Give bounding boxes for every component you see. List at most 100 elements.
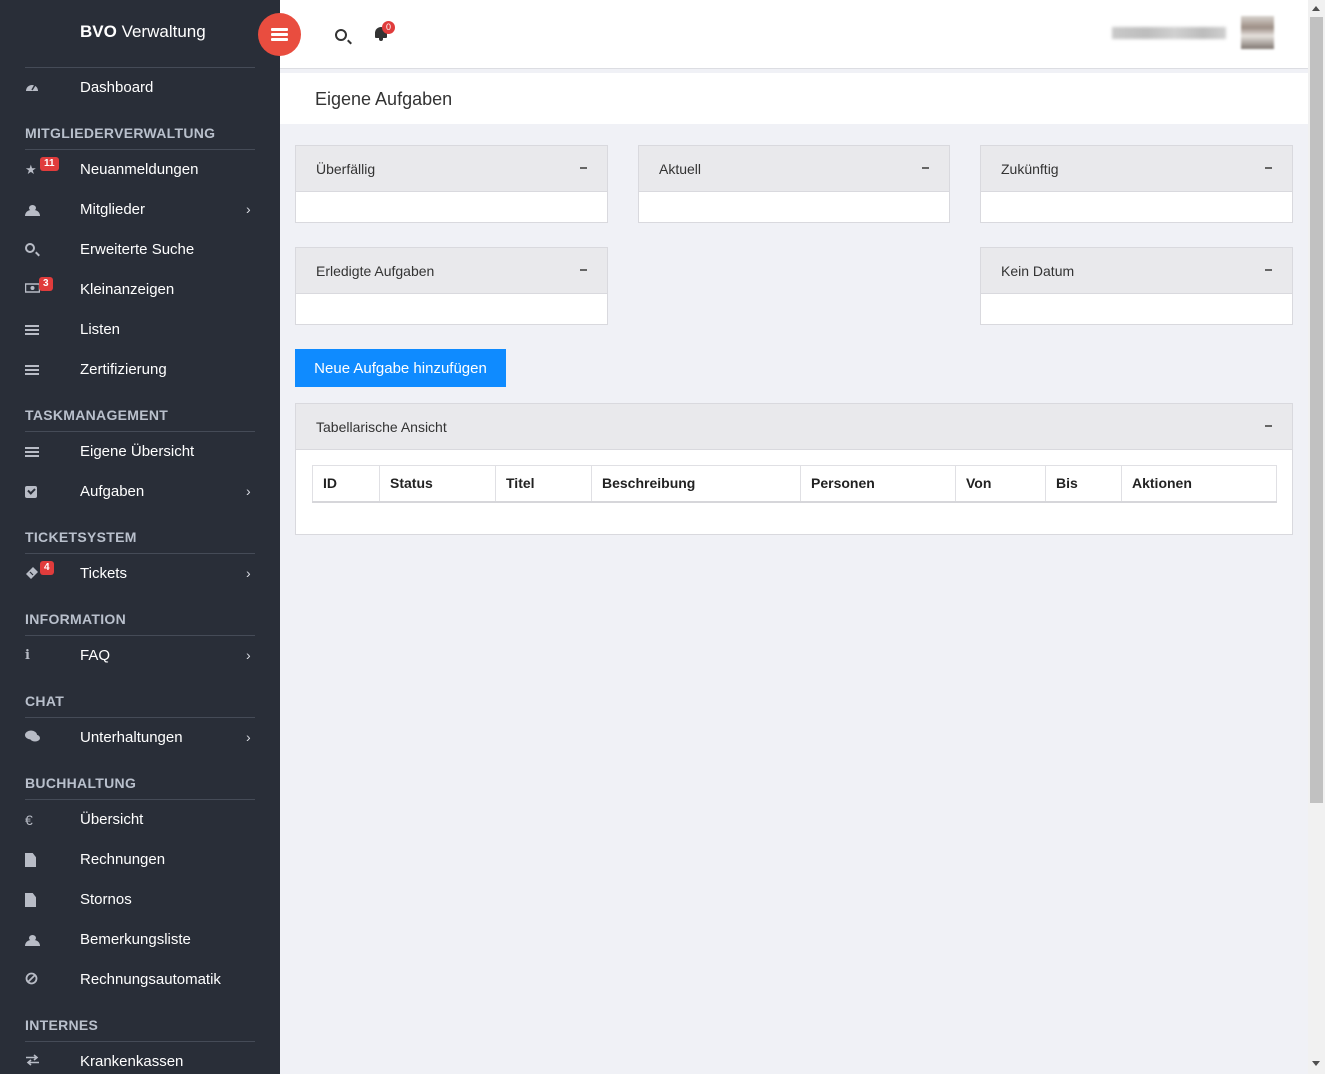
panel-zukuenftig: Zukünftig	[980, 145, 1293, 223]
section-title: INTERNES	[25, 1017, 99, 1033]
panel-title: Tabellarische Ansicht	[316, 419, 447, 435]
panel-header: Zukünftig	[981, 146, 1292, 192]
panel-header: Überfällig	[296, 146, 607, 192]
sidebar-item-aufgaben[interactable]: Aufgaben ›	[0, 472, 280, 512]
sidebar-item-rechnungen[interactable]: Rechnungen	[0, 840, 280, 880]
list-icon	[25, 362, 41, 378]
sidebar-item-eigene-uebersicht[interactable]: Eigene Übersicht	[0, 432, 280, 472]
checkbox-icon	[25, 484, 41, 500]
panel-ueberfaellig: Überfällig	[295, 145, 608, 223]
sidebar-item-stornos[interactable]: Stornos	[0, 880, 280, 920]
sidebar-item-label: Listen	[80, 321, 121, 338]
panel-header: Kein Datum	[981, 248, 1292, 294]
minimize-icon[interactable]	[1265, 167, 1272, 169]
scrollbar-thumb[interactable]	[1310, 17, 1323, 803]
panel-title: Überfällig	[316, 161, 376, 177]
minimize-icon[interactable]	[922, 167, 929, 169]
column-header-id[interactable]: ID	[312, 465, 380, 503]
sidebar-item-faq[interactable]: i FAQ ›	[0, 636, 280, 676]
section-title: BUCHHALTUNG	[25, 775, 137, 791]
brand-logo[interactable]: BVO Verwaltung	[80, 22, 206, 42]
sidebar-item-label: Rechnungen	[80, 851, 166, 868]
dashboard-gauge-icon	[25, 80, 41, 96]
section-internes: INTERNES	[0, 1000, 280, 1041]
column-header-personen[interactable]: Personen	[800, 465, 956, 503]
column-header-status[interactable]: Status	[379, 465, 496, 503]
user-name-blurred[interactable]	[1112, 27, 1226, 39]
sidebar-item-bemerkungsliste[interactable]: Bemerkungsliste	[0, 920, 280, 960]
minimize-icon[interactable]	[1265, 425, 1272, 427]
scroll-up-arrow-icon[interactable]	[1312, 6, 1320, 11]
sidebar-item-kleinanzeigen[interactable]: 3 Kleinanzeigen	[0, 270, 280, 310]
column-header-titel[interactable]: Titel	[495, 465, 592, 503]
ticket-icon	[25, 566, 41, 582]
count-badge: 4	[40, 561, 54, 575]
sidebar-item-dashboard[interactable]: Dashboard	[0, 68, 280, 108]
add-task-button[interactable]: Neue Aufgabe hinzufügen	[295, 349, 506, 387]
panel-title: Aktuell	[659, 161, 702, 177]
sidebar-item-label: Unterhaltungen	[80, 729, 183, 746]
minimize-icon[interactable]	[1265, 269, 1272, 271]
star-icon: ★	[25, 162, 37, 177]
section-taskmanagement: TASKMANAGEMENT	[0, 390, 280, 431]
sidebar-item-unterhaltungen[interactable]: Unterhaltungen ›	[0, 718, 280, 758]
panel-header: Aktuell	[639, 146, 949, 192]
page-title: Eigene Aufgaben	[315, 89, 453, 109]
sidebar-item-label: Dashboard	[80, 79, 154, 96]
search-icon	[25, 242, 41, 258]
sidebar-item-label: Neuanmeldungen	[80, 161, 199, 178]
chevron-right-icon: ›	[246, 647, 251, 663]
section-title: MITGLIEDERVERWALTUNG	[25, 125, 216, 141]
section-chat: CHAT	[0, 676, 280, 717]
sidebar-item-tickets[interactable]: 4 Tickets ›	[0, 554, 280, 594]
section-information: INFORMATION	[0, 594, 280, 635]
minimize-icon[interactable]	[580, 167, 587, 169]
column-header-von[interactable]: Von	[955, 465, 1046, 503]
panel-kein-datum: Kein Datum	[980, 247, 1293, 325]
avatar[interactable]	[1241, 16, 1274, 49]
comments-icon	[25, 730, 41, 746]
panel-header: Tabellarische Ansicht	[296, 404, 1292, 450]
panel-aktuell: Aktuell	[638, 145, 950, 223]
section-title: TASKMANAGEMENT	[25, 407, 169, 423]
sidebar-item-label: Tickets	[80, 565, 127, 582]
search-icon[interactable]	[335, 28, 347, 41]
panel-header: Erledigte Aufgaben	[296, 248, 607, 294]
section-title: INFORMATION	[25, 611, 127, 627]
sidebar-item-listen[interactable]: Listen	[0, 310, 280, 350]
sidebar-item-rechnungsautomatik[interactable]: Rechnungsautomatik	[0, 960, 280, 1000]
sidebar-item-mitglieder[interactable]: Mitglieder ›	[0, 190, 280, 230]
sidebar-item-neuanmeldungen[interactable]: ★ 11 Neuanmeldungen	[0, 150, 280, 190]
users-icon	[25, 932, 41, 948]
file-icon	[25, 852, 41, 868]
notification-badge: 0	[382, 21, 395, 34]
section-title: TICKETSYSTEM	[25, 529, 137, 545]
sidebar-item-zertifizierung[interactable]: Zertifizierung	[0, 350, 280, 390]
exchange-icon	[25, 1054, 41, 1070]
section-ticketsystem: TICKETSYSTEM	[0, 512, 280, 553]
sidebar-item-erweiterte-suche[interactable]: Erweiterte Suche	[0, 230, 280, 270]
scrollbar[interactable]	[1308, 0, 1325, 1074]
sidebar-item-label: FAQ	[80, 647, 111, 664]
count-badge: 11	[40, 157, 59, 171]
sidebar-item-krankenkassen[interactable]: Krankenkassen	[0, 1042, 280, 1074]
sidebar-item-label: Krankenkassen	[80, 1053, 184, 1070]
chevron-right-icon: ›	[246, 201, 251, 217]
scroll-down-arrow-icon[interactable]	[1312, 1061, 1320, 1066]
panel-title: Zukünftig	[1001, 161, 1059, 177]
chevron-right-icon: ›	[246, 483, 251, 499]
column-header-beschreibung[interactable]: Beschreibung	[591, 465, 801, 503]
sidebar-toggle-button[interactable]	[258, 13, 301, 56]
sidebar-item-label: Kleinanzeigen	[80, 281, 175, 298]
column-header-aktionen[interactable]: Aktionen	[1121, 465, 1277, 503]
sidebar-item-label: Mitglieder	[80, 201, 146, 218]
bell-icon[interactable]: 0	[374, 21, 395, 41]
minimize-icon[interactable]	[580, 269, 587, 271]
section-title: CHAT	[25, 693, 65, 709]
users-icon	[25, 202, 41, 218]
sidebar-item-uebersicht[interactable]: € Übersicht	[0, 800, 280, 840]
sidebar-item-label: Erweiterte Suche	[80, 241, 195, 258]
file-icon	[25, 892, 41, 908]
sidebar-item-label: Eigene Übersicht	[80, 443, 195, 460]
column-header-bis[interactable]: Bis	[1045, 465, 1122, 503]
